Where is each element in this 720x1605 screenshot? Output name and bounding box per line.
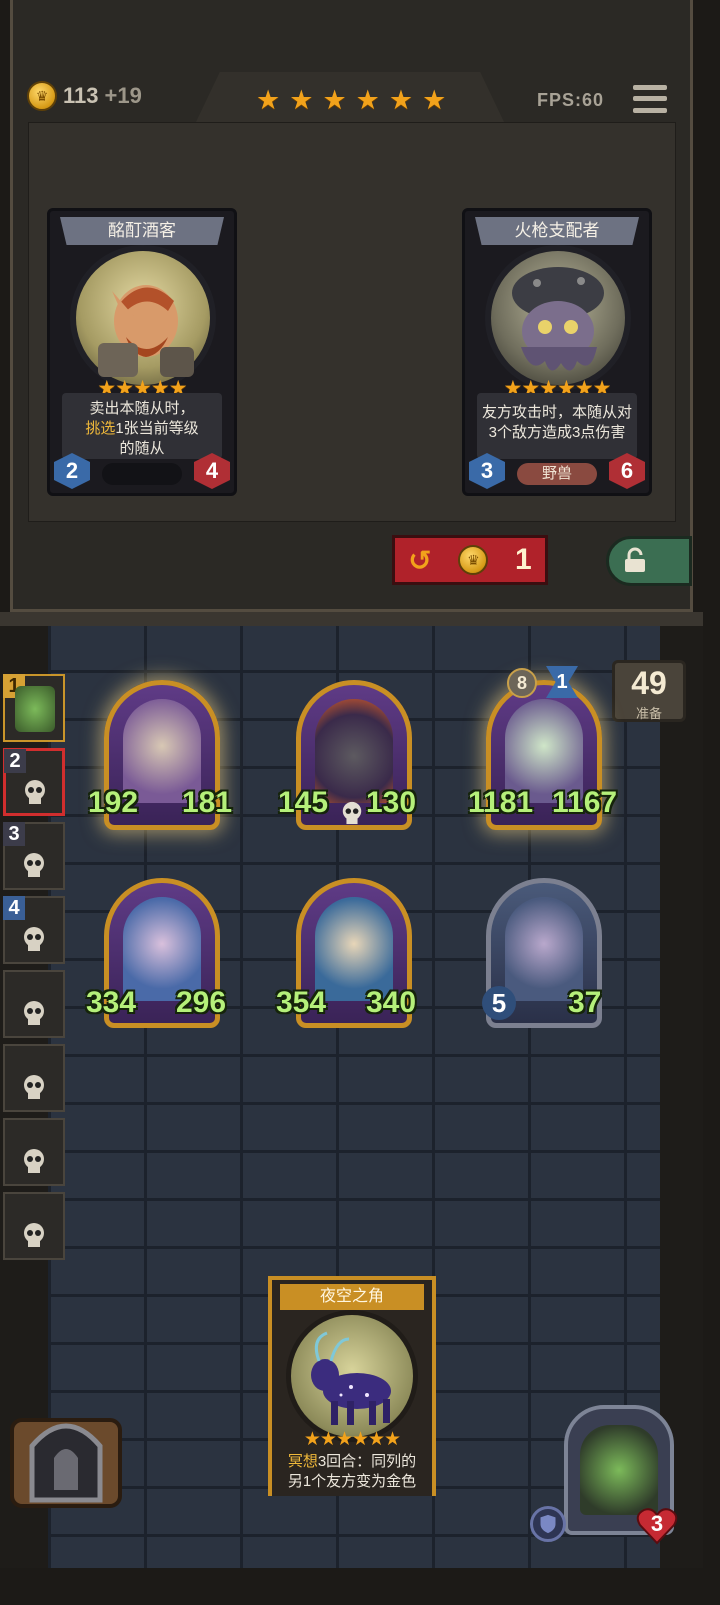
tribe-tag: [102, 463, 182, 485]
timer-label: 准备: [635, 706, 662, 721]
opponent-slot-7[interactable]: [3, 1118, 65, 1186]
opponent-slot-3[interactable]: 3: [3, 822, 65, 890]
skull-icon: [25, 780, 45, 804]
minion-health: 1167: [552, 786, 618, 819]
hero-health: 3: [636, 1505, 678, 1545]
card-name: 夜空之角: [280, 1284, 424, 1310]
coin-icon: ♛: [458, 545, 489, 575]
gold-display: ♛ 113 +19: [27, 80, 142, 112]
coin-icon: ♛: [27, 81, 57, 111]
opponent-slot-5[interactable]: [3, 970, 65, 1038]
minion-health: 340: [366, 986, 417, 1019]
timer-value: 49: [631, 665, 667, 701]
refresh-icon: ↺: [408, 544, 432, 576]
skull-icon: [24, 927, 44, 951]
skull-icon: [24, 1001, 44, 1025]
gun-master-art: [512, 267, 604, 371]
turn-timer: 49 准备: [612, 660, 686, 722]
card-stars: ★★★★★★: [303, 1429, 401, 1450]
shop-card-gun-master[interactable]: 火枪支配者 ★★★★★★ 友方攻击时，本随从对 3个敌方造成3点伤害 野兽 3 …: [462, 208, 652, 496]
minion-health: 37: [568, 986, 602, 1019]
card-description: 友方攻击时，本随从对 3个敌方造成3点伤害: [477, 393, 637, 459]
slot-number: 2: [4, 749, 26, 773]
star-icon: ★: [422, 85, 447, 115]
minion-attack: 354: [276, 986, 327, 1019]
refresh-button[interactable]: ↺ ♛ 1: [392, 535, 548, 585]
card-description: 冥想3回合：同列的 另1个友方变为金色: [278, 1452, 426, 1492]
skull-icon: [24, 1075, 44, 1099]
desc-text: 3回合：同列的: [317, 1453, 417, 1470]
tribe-tag: 野兽: [517, 463, 597, 485]
desc-line: 挑选1张当前等级: [62, 419, 222, 439]
desc-line: 卖出本随从时，: [89, 400, 195, 417]
minion-attack: 145: [278, 786, 329, 819]
minion-health: 296: [176, 986, 227, 1019]
keyword: 冥想: [287, 1453, 318, 1470]
minion-health: 130: [366, 786, 417, 819]
minion-health: 181: [182, 786, 233, 819]
hand-card-night-horn[interactable]: 夜空之角 ★★★★★★ 冥想3回合：同列的 另1个友方变为金色: [268, 1276, 436, 1496]
keyword: 挑选: [85, 420, 116, 437]
card-portrait: [286, 1310, 418, 1442]
desc-line: 3个敌方造成3点伤害: [488, 424, 626, 441]
star-icon: ★: [289, 85, 314, 115]
skull-icon: [342, 801, 362, 825]
minion-attack: 334: [86, 986, 137, 1019]
opponent-slot-8[interactable]: [3, 1192, 65, 1260]
hero-health-value: 3: [650, 1511, 664, 1536]
skull-icon: [24, 853, 44, 877]
refresh-cost: 1: [514, 543, 532, 576]
opponent-slot-1[interactable]: 1: [3, 674, 65, 742]
star-icon: ★: [388, 85, 414, 115]
card-portrait: [485, 245, 631, 391]
star-icon: ★: [256, 85, 281, 115]
sell-portal[interactable]: [6, 1400, 126, 1510]
desc-line: 另1个友方变为金色: [287, 1473, 417, 1490]
gold-amount: 113: [63, 83, 99, 108]
opponent-slot-2[interactable]: 2: [3, 748, 65, 816]
shop-card-drunk-patron[interactable]: 酩酊酒客 ★★★★★ 卖出本随从时， 挑选1张当前等级 的随从 2 4: [47, 208, 237, 496]
board-top-frame: [0, 612, 703, 626]
night-horn-art: [311, 1331, 391, 1425]
skull-icon: [24, 1149, 44, 1173]
minion-attack: 5: [482, 986, 516, 1020]
fps-counter: FPS:60: [537, 90, 605, 110]
lock-icon: [625, 547, 645, 572]
desc-line: 冥想3回合：同列的: [278, 1452, 426, 1472]
tier-stars: ★ ★ ★ ★ ★ ★: [256, 86, 446, 114]
skull-icon: [24, 1223, 44, 1247]
card-name: 酩酊酒客: [60, 217, 224, 245]
minion-tier-badge: 8: [507, 668, 537, 698]
desc-line: 友方攻击时，本随从对: [481, 404, 632, 421]
star-icon: ★: [355, 85, 380, 115]
menu-icon[interactable]: [633, 82, 667, 116]
shield-icon: [530, 1506, 566, 1542]
slot-number: 3: [3, 822, 25, 846]
desc-text: 1张当前等级: [115, 420, 199, 437]
opponent-slot-6[interactable]: [3, 1044, 65, 1112]
drunk-patron-art: [98, 285, 194, 377]
slot-number: 4: [3, 896, 25, 920]
star-icon: ★: [322, 85, 347, 115]
card-name: 火枪支配者: [475, 217, 639, 245]
card-portrait: [70, 245, 216, 391]
minion-attack: 192: [88, 786, 139, 819]
lock-button[interactable]: [606, 536, 692, 586]
desc-line: 的随从: [119, 440, 165, 457]
opponent-avatar: [15, 686, 55, 732]
hero-art: [580, 1425, 658, 1515]
gold-gain: +19: [104, 83, 142, 108]
card-description: 卖出本随从时， 挑选1张当前等级 的随从: [62, 393, 222, 459]
opponent-slot-4[interactable]: 4: [3, 896, 65, 964]
minion-attack: 1181: [468, 786, 534, 819]
